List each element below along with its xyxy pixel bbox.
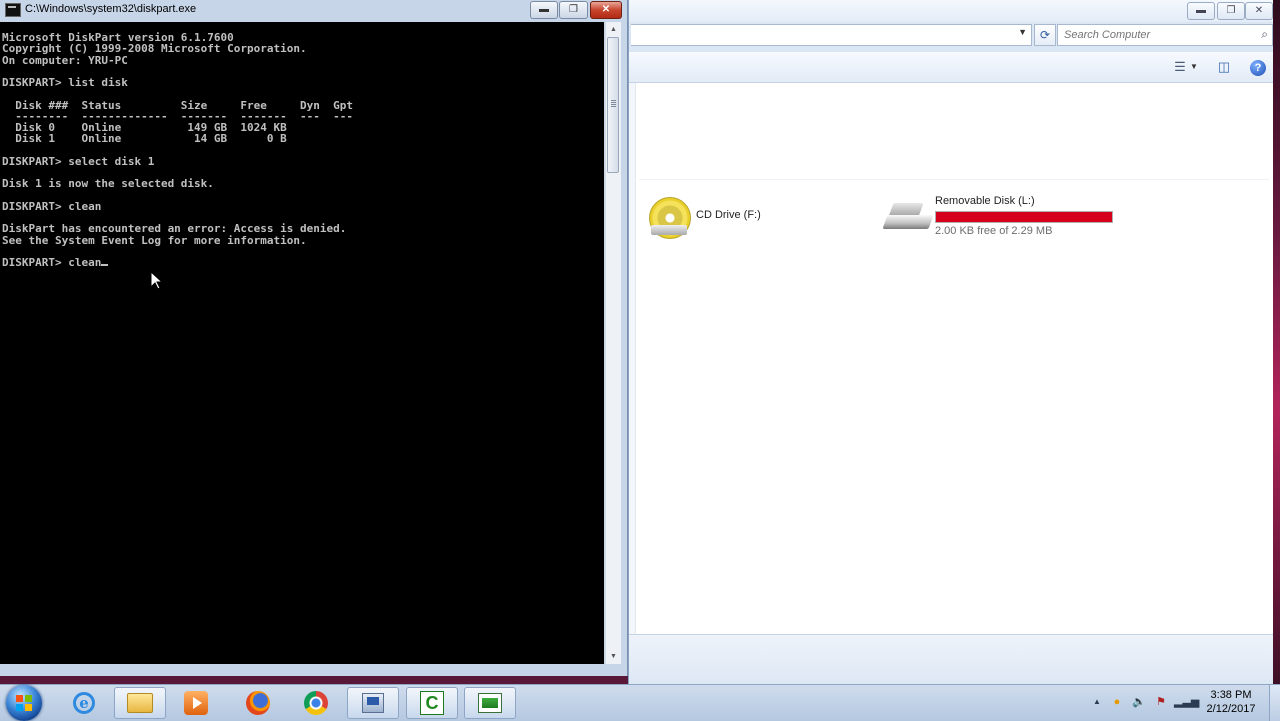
cd-drive-item[interactable]: CD Drive (F:) [649, 197, 869, 241]
minimize-button[interactable]: ▬ [530, 1, 558, 19]
console-titlebar[interactable]: C:\Windows\system32\diskpart.exe ▬ ❐ ✕ [0, 0, 627, 20]
navigation-pane[interactable] [629, 83, 636, 634]
drive-free-space: 2.00 KB free of 2.29 MB [935, 225, 1053, 237]
start-button[interactable] [6, 685, 42, 721]
desktop-background [1272, 0, 1280, 684]
close-button[interactable]: ✕ [590, 1, 622, 19]
taskbar-chrome[interactable] [290, 687, 342, 719]
console-text: Microsoft DiskPart version 6.1.7600 Copy… [2, 31, 353, 269]
console-output[interactable]: Microsoft DiskPart version 6.1.7600 Copy… [0, 22, 604, 664]
show-desktop-button[interactable] [1269, 685, 1280, 721]
address-bar[interactable]: ▼ [631, 24, 1032, 46]
clock-time: 3:38 PM [1210, 689, 1252, 701]
cd-drive-tray [651, 225, 687, 235]
minimize-button[interactable]: ▬ [1187, 2, 1215, 20]
file-list-pane: CD Drive (F:) Removable Disk (L:) 2.00 K… [629, 83, 1273, 634]
scroll-down-arrow-icon[interactable]: ▼ [606, 649, 621, 664]
network-icon [362, 693, 384, 713]
clock[interactable]: 3:38 PM 2/12/2017 [1198, 688, 1264, 716]
maximize-button[interactable]: ❐ [559, 1, 588, 19]
removable-disk-icon-base [882, 215, 934, 229]
search-box[interactable]: ⌕ [1057, 24, 1273, 46]
change-view-icon[interactable]: ☰ [1171, 58, 1189, 76]
camtasia-icon: C [420, 691, 444, 715]
windows-logo-icon [16, 695, 32, 711]
taskbar-internet-explorer[interactable]: e [58, 687, 110, 719]
grip-icon [611, 100, 616, 108]
maximize-button[interactable]: ❐ [1217, 2, 1245, 20]
details-pane [629, 634, 1273, 685]
help-icon[interactable]: ? [1249, 58, 1267, 76]
taskbar-network[interactable] [347, 687, 399, 719]
chevron-down-icon[interactable]: ▼ [1189, 58, 1199, 76]
scrollbar-thumb[interactable] [607, 37, 619, 173]
drive-label: CD Drive (F:) [696, 209, 761, 221]
update-icon[interactable]: ● [1110, 695, 1124, 709]
text-cursor [101, 264, 109, 266]
chevron-down-icon[interactable]: ▼ [1018, 27, 1027, 37]
explorer-window[interactable]: ▬ ❐ ✕ ▼ ⟳ ⌕ ☰ ▼ ◫ ? CD Drive (F:) Remova… [628, 0, 1273, 685]
network-signal-icon[interactable]: ▂▃▅ [1174, 695, 1199, 709]
media-player-icon [184, 691, 208, 715]
search-input[interactable] [1058, 26, 1244, 44]
refresh-icon[interactable]: ⟳ [1034, 24, 1056, 46]
taskbar-windows-explorer[interactable] [114, 687, 166, 719]
taskbar-media-player[interactable] [170, 687, 222, 719]
action-center-flag-icon[interactable]: ⚑ [1154, 695, 1168, 709]
window-title: C:\Windows\system32\diskpart.exe [25, 3, 197, 15]
taskbar: e C ▲ ● 🔈 ⚑ ▂▃▅ 3:38 PM 2/12/2017 [0, 684, 1280, 721]
internet-explorer-icon: e [73, 692, 95, 714]
command-prompt-icon [478, 693, 502, 713]
show-hidden-icons-icon[interactable]: ▲ [1090, 695, 1104, 709]
group-divider [639, 179, 1269, 180]
preview-pane-icon[interactable]: ◫ [1215, 58, 1233, 76]
folder-icon [127, 693, 153, 713]
search-icon[interactable]: ⌕ [1261, 27, 1268, 42]
firefox-icon [246, 691, 270, 715]
disk-usage-fill [936, 212, 1112, 222]
command-bar: ☰ ▼ ◫ ? [629, 52, 1273, 83]
removable-disk-item[interactable]: Removable Disk (L:) 2.00 KB free of 2.29… [882, 195, 1125, 247]
volume-icon[interactable]: 🔈 [1132, 695, 1146, 709]
scroll-up-arrow-icon[interactable]: ▲ [606, 22, 621, 37]
chrome-icon [304, 691, 328, 715]
vertical-scrollbar[interactable]: ▲ ▼ [605, 22, 621, 664]
close-button[interactable]: ✕ [1245, 2, 1273, 20]
taskbar-command-prompt[interactable] [464, 687, 516, 719]
console-app-icon[interactable] [5, 3, 21, 17]
drive-label: Removable Disk (L:) [935, 195, 1035, 207]
notification-area: ▲ ● 🔈 ⚑ ▂▃▅ 3:38 PM 2/12/2017 [1086, 685, 1280, 721]
taskbar-firefox[interactable] [232, 687, 284, 719]
explorer-titlebar[interactable]: ▬ ❐ ✕ [629, 0, 1273, 22]
disk-usage-bar [935, 211, 1113, 223]
clock-date: 2/12/2017 [1206, 703, 1256, 715]
diskpart-console-window[interactable]: C:\Windows\system32\diskpart.exe ▬ ❐ ✕ M… [0, 0, 628, 676]
taskbar-camtasia[interactable]: C [406, 687, 458, 719]
